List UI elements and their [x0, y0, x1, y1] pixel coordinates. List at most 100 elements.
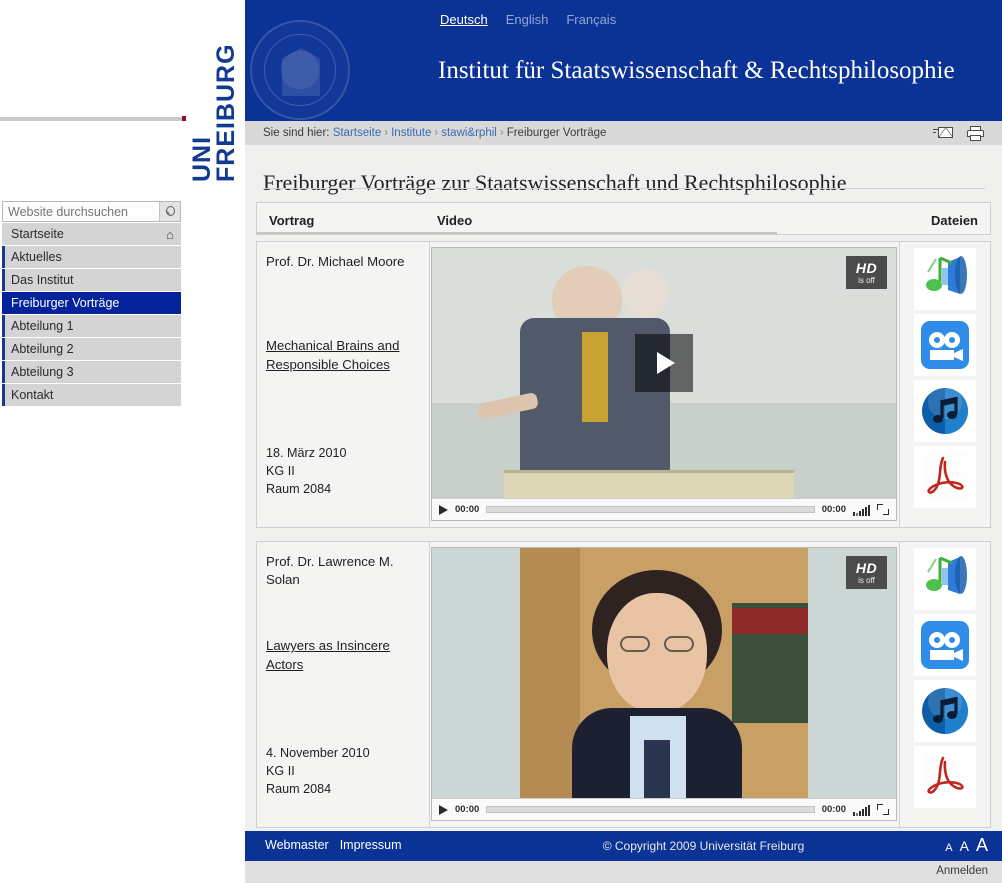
speaker-name: Prof. Dr. Lawrence M. Solan — [266, 554, 394, 587]
left-bottom-strip — [0, 861, 245, 883]
lang-english[interactable]: English — [506, 12, 549, 27]
pdf-icon[interactable] — [914, 446, 976, 508]
sidebar-nav: Startseite ⌂ Aktuelles Das Institut Frei… — [2, 223, 181, 407]
video-player[interactable]: HD is off 00:00 00:00 — [431, 547, 897, 821]
sidebar-item-label: Abteilung 2 — [11, 342, 74, 356]
column-header-vortrag: Vortrag — [269, 213, 315, 228]
sidebar-item-abteilung-2[interactable]: Abteilung 2 — [2, 338, 181, 360]
sidebar-item-kontakt[interactable]: Kontakt — [2, 384, 181, 406]
font-size-medium-button[interactable]: A — [960, 838, 969, 854]
mp3-music-icon[interactable] — [914, 680, 976, 742]
sidebar-item-label: Aktuelles — [11, 250, 62, 264]
column-header-dateien: Dateien — [931, 213, 978, 228]
video-frame-detail — [582, 332, 608, 422]
page-heading-area: Freiburger Vorträge zur Staatswissenscha… — [245, 145, 1002, 196]
hd-label: HD — [855, 259, 878, 276]
play-button[interactable] — [439, 804, 448, 815]
login-link[interactable]: Anmelden — [936, 865, 988, 877]
header-underline — [257, 232, 777, 234]
scrubber[interactable] — [486, 806, 815, 813]
current-time: 00:00 — [455, 504, 480, 515]
hd-state: is off — [858, 275, 875, 285]
lecture-building: KG II — [266, 464, 295, 479]
video-camera-icon[interactable] — [914, 614, 976, 676]
pdf-icon[interactable] — [914, 746, 976, 808]
hd-badge[interactable]: HD is off — [846, 556, 887, 589]
search-icon — [164, 205, 176, 218]
sidebar-item-label: Startseite — [11, 227, 64, 241]
sidebar-item-label: Abteilung 3 — [11, 365, 74, 379]
sidebar-item-freiburger-vortraege[interactable]: Freiburger Vorträge — [2, 292, 181, 314]
video-frame-detail — [520, 548, 580, 798]
table-row: Prof. Dr. Lawrence M. Solan Lawyers as I… — [256, 541, 991, 828]
mp3-music-icon[interactable] — [914, 380, 976, 442]
play-button[interactable] — [439, 504, 448, 515]
lecture-meta: 4. November 2010 KG II Raum 2084 — [266, 745, 424, 799]
fullscreen-button[interactable] — [877, 504, 889, 515]
breadcrumb-link-startseite[interactable]: Startseite — [333, 127, 382, 139]
breadcrumb-separator: › — [434, 127, 439, 139]
footer-link-impressum[interactable]: Impressum — [340, 838, 402, 852]
lecture-date: 4. November 2010 — [266, 746, 370, 761]
breadcrumb-link-institute[interactable]: Institute — [391, 127, 431, 139]
scrubber[interactable] — [486, 506, 815, 513]
video-stage[interactable]: HD is off — [432, 248, 896, 498]
lecture-room: Raum 2084 — [266, 482, 332, 497]
sidebar-item-das-institut[interactable]: Das Institut — [2, 269, 181, 291]
font-size-controls: A A A — [945, 835, 988, 856]
lecture-room: Raum 2084 — [266, 782, 332, 797]
breadcrumb-link-stawi-rphil[interactable]: stawi&rphil — [441, 127, 497, 139]
lecture-title-link[interactable]: Mechanical Brains and Responsible Choice… — [266, 336, 424, 374]
page-title: Freiburger Vorträge zur Staatswissenscha… — [263, 170, 847, 196]
lang-francais[interactable]: Français — [566, 12, 616, 27]
mail-icon[interactable] — [933, 126, 953, 140]
play-overlay-button[interactable] — [635, 334, 693, 392]
sidebar-item-startseite[interactable]: Startseite ⌂ — [2, 223, 181, 245]
print-icon[interactable] — [967, 125, 984, 141]
breadcrumb: Sie sind hier: Startseite › Institute › staw… — [263, 127, 606, 139]
header-rule — [0, 117, 182, 121]
copyright-text: © Copyright 2009 Universität Freiburg — [602, 839, 805, 853]
search-input[interactable] — [3, 202, 159, 221]
search-box[interactable] — [2, 201, 181, 222]
footer-link-webmaster[interactable]: Webmaster — [265, 838, 329, 852]
sidebar-item-label: Freiburger Vorträge — [11, 296, 120, 310]
video-frame-detail — [607, 593, 707, 713]
lecture-title-link[interactable]: Lawyers as Insincere Actors — [266, 636, 424, 674]
audio-speaker-icon[interactable] — [914, 248, 976, 310]
site-footer: Webmaster Impressum © Copyright 2009 Uni… — [245, 831, 1002, 861]
sidebar-item-abteilung-3[interactable]: Abteilung 3 — [2, 361, 181, 383]
font-size-small-button[interactable]: A — [945, 842, 952, 854]
sidebar-item-aktuelles[interactable]: Aktuelles — [2, 246, 181, 268]
left-column: UNI FREIBURG Startseite ⌂ Aktuelles Das … — [0, 0, 245, 883]
breadcrumb-current: Freiburger Vorträge — [506, 127, 607, 139]
video-controls: 00:00 00:00 — [432, 498, 896, 520]
speaker-name: Prof. Dr. Michael Moore — [266, 254, 405, 269]
hd-state: is off — [858, 575, 875, 585]
breadcrumb-bar: Sie sind hier: Startseite › Institute › staw… — [245, 121, 1002, 145]
video-frame-detail — [732, 608, 808, 634]
site-title: Institut für Staatswissenschaft & Rechts… — [438, 56, 955, 84]
sidebar-item-label: Abteilung 1 — [11, 319, 74, 333]
hd-badge[interactable]: HD is off — [846, 256, 887, 289]
sidebar-item-label: Das Institut — [11, 273, 74, 287]
sidebar-item-abteilung-1[interactable]: Abteilung 1 — [2, 315, 181, 337]
volume-control[interactable] — [853, 804, 870, 816]
fullscreen-button[interactable] — [877, 804, 889, 815]
column-header-video: Video — [437, 213, 473, 228]
video-player[interactable]: HD is off 00:00 00:00 — [431, 247, 897, 521]
font-size-large-button[interactable]: A — [976, 835, 988, 856]
video-stage[interactable]: HD is off — [432, 548, 896, 798]
video-camera-icon[interactable] — [914, 314, 976, 376]
volume-control[interactable] — [853, 504, 870, 516]
play-icon — [657, 352, 675, 374]
sidebar-item-label: Kontakt — [11, 388, 54, 402]
main-column: Deutsch English Français Institut für St… — [245, 0, 1002, 883]
audio-speaker-icon[interactable] — [914, 548, 976, 610]
lang-deutsch[interactable]: Deutsch — [440, 12, 488, 27]
site-header: Deutsch English Français Institut für St… — [245, 0, 1002, 121]
hd-label: HD — [855, 559, 878, 576]
language-switcher: Deutsch English Français — [440, 10, 616, 28]
uni-freiburg-logo[interactable]: UNI FREIBURG — [186, 0, 245, 182]
search-button[interactable] — [159, 202, 180, 221]
